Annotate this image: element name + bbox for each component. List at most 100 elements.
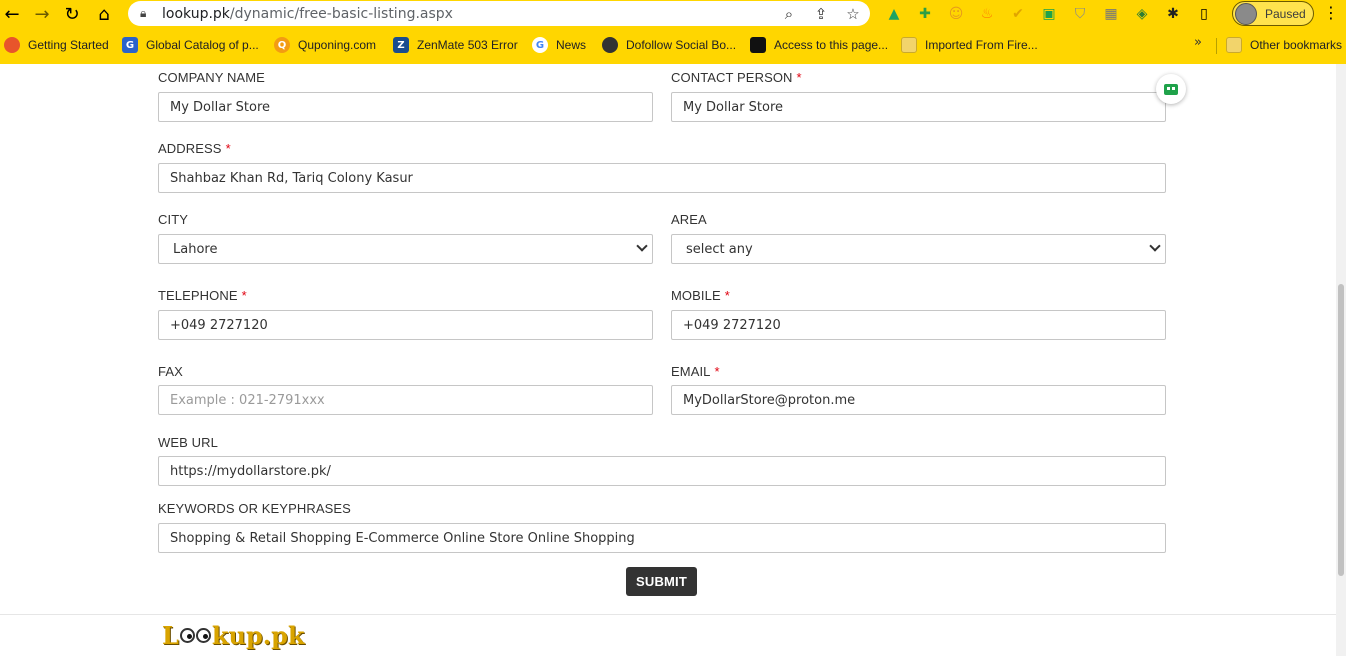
- bookmark-label: Access to this page...: [774, 38, 889, 52]
- url-host: lookup.pk: [162, 5, 230, 22]
- bookmark-getting-started[interactable]: Getting Started: [4, 34, 109, 56]
- folder-icon: [1226, 37, 1242, 53]
- contact-person-input[interactable]: My Dollar Store: [671, 92, 1166, 122]
- bookmark-quponing[interactable]: Q Quponing.com: [274, 34, 376, 56]
- profile-button[interactable]: Paused: [1232, 1, 1314, 26]
- share-icon[interactable]: ⇪: [810, 4, 832, 24]
- bookmark-imported[interactable]: Imported From Fire...: [901, 34, 1038, 56]
- address-bar[interactable]: 🔒︎ lookup.pk/dynamic/free-basic-listing.…: [128, 1, 870, 26]
- label-text: CONTACT PERSON: [671, 70, 793, 85]
- puzzle-extensions-icon[interactable]: ✱: [1161, 3, 1185, 25]
- bookmark-dofollow[interactable]: Dofollow Social Bo...: [602, 34, 736, 56]
- bookmarks-divider: [1216, 38, 1217, 54]
- other-bookmarks-label: Other bookmarks: [1250, 38, 1343, 52]
- email-label: EMAIL *: [671, 364, 720, 379]
- telephone-input[interactable]: +049 2727120: [158, 310, 653, 340]
- firefox-icon: [4, 37, 20, 53]
- profile-label: Paused: [1265, 6, 1306, 21]
- chat-widget-button[interactable]: [1156, 74, 1186, 104]
- bookmark-access-page[interactable]: Access to this page...: [750, 34, 888, 56]
- label-text: CITY: [158, 212, 189, 227]
- forward-arrow-icon[interactable]: →: [30, 2, 54, 26]
- url-text[interactable]: lookup.pk/dynamic/free-basic-listing.asp…: [162, 6, 453, 22]
- city-label: CITY: [158, 212, 188, 227]
- company-name-input[interactable]: My Dollar Store: [158, 92, 653, 122]
- page-content: COMPANY NAME My Dollar Store CONTACT PER…: [0, 64, 1336, 656]
- zenmate-icon: Z: [393, 37, 409, 53]
- bookmark-label: ZenMate 503 Error: [417, 38, 518, 52]
- quponing-icon: Q: [274, 37, 290, 53]
- keywords-input[interactable]: Shopping & Retail Shopping E-Commerce On…: [158, 523, 1166, 553]
- label-text: MOBILE: [671, 288, 721, 303]
- zoom-icon[interactable]: ⌕: [778, 4, 800, 24]
- label-text: FAX: [158, 364, 183, 379]
- fax-label: FAX: [158, 364, 183, 379]
- sidepanel-icon[interactable]: ▯: [1192, 3, 1216, 25]
- required-marker: *: [724, 288, 730, 303]
- bookmark-global-catalog[interactable]: G Global Catalog of p...: [122, 34, 259, 56]
- browser-chrome: ← → ↻ ⌂ 🔒︎ lookup.pk/dynamic/free-basic-…: [0, 0, 1346, 64]
- folder-icon: [901, 37, 917, 53]
- vpn-de-extension-icon[interactable]: ◈: [1130, 3, 1154, 25]
- label-text: COMPANY NAME: [158, 70, 265, 85]
- home-icon[interactable]: ⌂: [92, 2, 116, 26]
- contact-person-label: CONTACT PERSON *: [671, 70, 802, 85]
- logo-eyes-icon: [179, 627, 211, 643]
- label-text: AREA: [671, 212, 707, 227]
- robot-extension-icon[interactable]: ▣: [1037, 3, 1061, 25]
- fax-input[interactable]: Example : 021-2791xxx: [158, 385, 653, 415]
- company-name-label: COMPANY NAME: [158, 70, 265, 85]
- submit-button[interactable]: SUBMIT: [626, 567, 697, 596]
- label-text: ADDRESS: [158, 141, 222, 156]
- logo-text-left: L: [162, 620, 179, 650]
- other-bookmarks[interactable]: Other bookmarks: [1226, 34, 1342, 56]
- google-icon: G: [532, 37, 548, 53]
- bookmarks-overflow-icon[interactable]: »: [1194, 35, 1202, 50]
- address-input[interactable]: Shahbaz Khan Rd, Tariq Colony Kasur: [158, 163, 1166, 193]
- lookup-logo[interactable]: L kup.pk: [162, 620, 305, 650]
- page-scrollbar[interactable]: [1336, 64, 1346, 656]
- scrollbar-thumb[interactable]: [1338, 284, 1344, 576]
- required-marker: *: [241, 288, 247, 303]
- back-arrow-icon[interactable]: ←: [0, 2, 24, 26]
- bookmark-zenmate[interactable]: Z ZenMate 503 Error: [393, 34, 518, 56]
- label-text: WEB URL: [158, 435, 218, 450]
- add-extension-icon[interactable]: ✚: [913, 3, 937, 25]
- bookmark-label: Getting Started: [28, 38, 109, 52]
- required-marker: *: [714, 364, 720, 379]
- chevron-down-icon: [1149, 240, 1161, 252]
- lock-icon[interactable]: 🔒︎: [140, 6, 156, 21]
- label-text: EMAIL: [671, 364, 711, 379]
- reload-icon[interactable]: ↻: [60, 2, 84, 26]
- menu-kebab-icon[interactable]: ⋮: [1322, 3, 1340, 25]
- mobile-label: MOBILE *: [671, 288, 730, 303]
- bookmark-label: News: [556, 38, 587, 52]
- area-select[interactable]: select any: [671, 234, 1166, 264]
- bookmark-news[interactable]: G News: [532, 34, 586, 56]
- mobile-input[interactable]: +049 2727120: [671, 310, 1166, 340]
- extensions-bar: ▲ ✚ ☺ ♨ ✔ ▣ ⛉ ▦ ◈ ✱ ▯: [882, 3, 1216, 25]
- chevron-down-icon: [636, 240, 648, 252]
- required-marker: *: [796, 70, 802, 85]
- area-selected-value: select any: [686, 241, 753, 257]
- email-input[interactable]: MyDollarStore@proton.me: [671, 385, 1166, 415]
- bookmark-label: Quponing.com: [298, 38, 377, 52]
- city-select[interactable]: Lahore: [158, 234, 653, 264]
- globe-icon: [602, 37, 618, 53]
- fire-extension-icon[interactable]: ♨: [975, 3, 999, 25]
- check-extension-icon[interactable]: ✔: [1006, 3, 1030, 25]
- logo-text-right: kup.pk: [211, 620, 305, 650]
- face-extension-icon[interactable]: ☺: [944, 3, 968, 25]
- google-drive-icon[interactable]: ▲: [882, 3, 906, 25]
- city-selected-value: Lahore: [173, 241, 218, 257]
- area-label: AREA: [671, 212, 707, 227]
- bookmark-star-icon[interactable]: ☆: [842, 4, 864, 24]
- web-url-input[interactable]: https://mydollarstore.pk/: [158, 456, 1166, 486]
- gc-icon: G: [122, 37, 138, 53]
- screenshot-extension-icon[interactable]: ▦: [1099, 3, 1123, 25]
- browser-toolbar: ← → ↻ ⌂ 🔒︎ lookup.pk/dynamic/free-basic-…: [0, 0, 1346, 28]
- required-marker: *: [225, 141, 231, 156]
- url-path: /dynamic/free-basic-listing.aspx: [229, 5, 453, 22]
- black-square-icon: [750, 37, 766, 53]
- shield-extension-icon[interactable]: ⛉: [1068, 3, 1092, 25]
